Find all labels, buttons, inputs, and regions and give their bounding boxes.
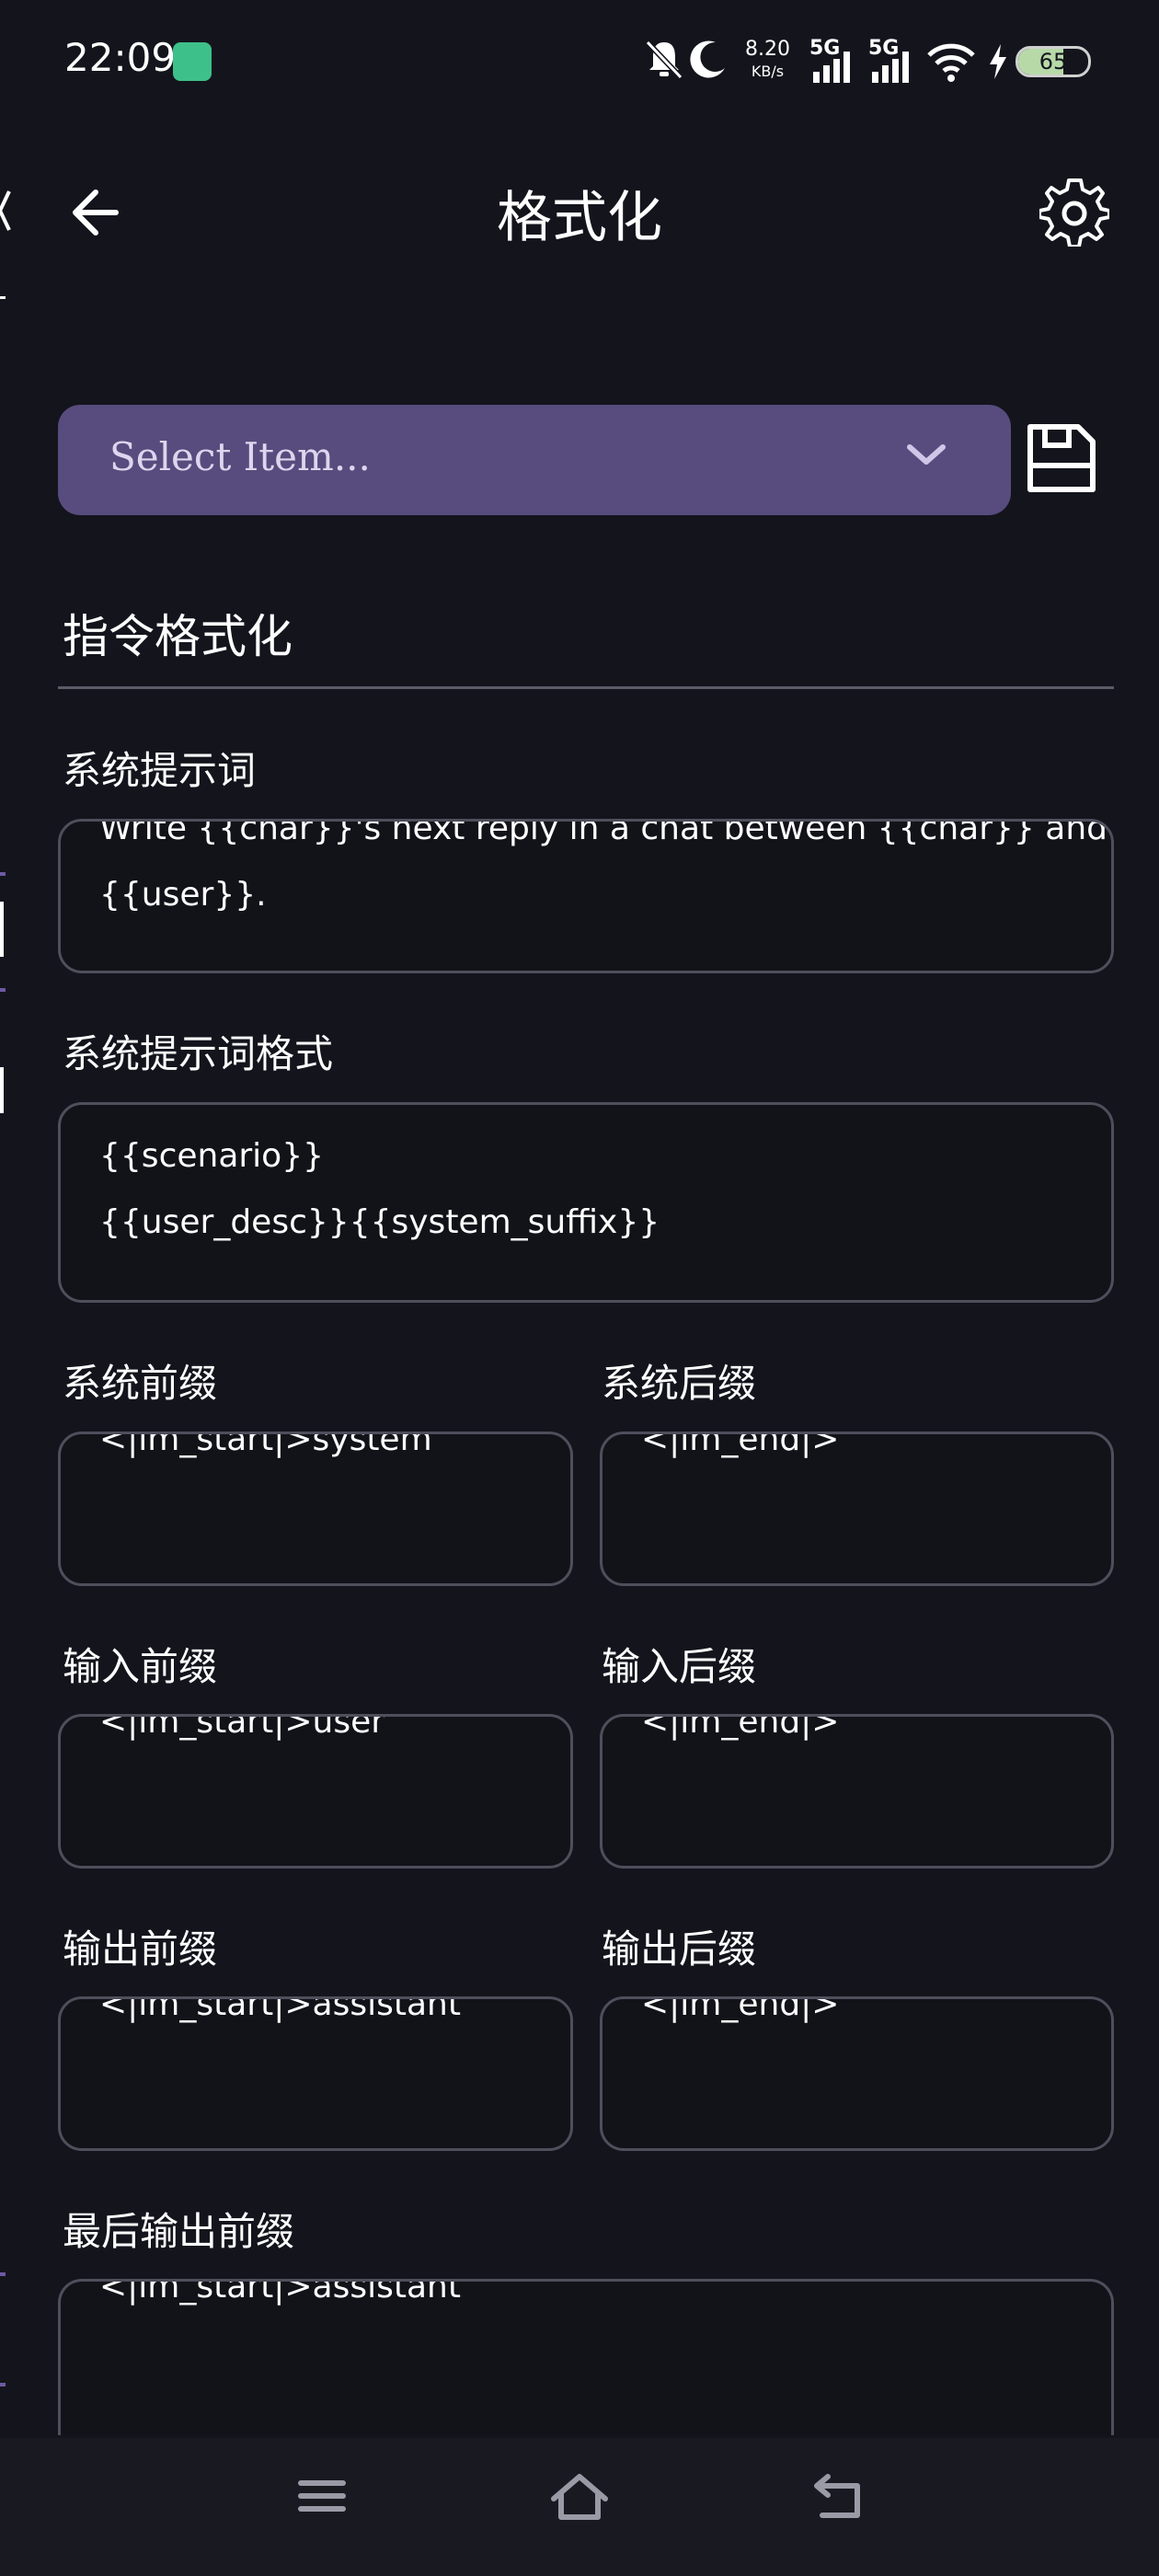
- system-prompt-format-line-2: {{user_desc}}{{system_suffix}}: [99, 1203, 660, 1241]
- input-suffix-value: <|im_end|>: [641, 1714, 840, 1741]
- system-prefix-input[interactable]: <|im_start|>system: [58, 1432, 573, 1586]
- battery-indicator: 65: [1016, 46, 1091, 77]
- output-suffix-value: <|im_end|>: [641, 1996, 840, 2023]
- input-prefix-label: 输入前缀: [63, 1644, 218, 1689]
- battery-level-text: 65: [1039, 49, 1068, 75]
- edge-mark: [0, 1067, 4, 1113]
- edge-mark: [0, 988, 6, 992]
- page-title: 格式化: [497, 186, 662, 250]
- preset-select[interactable]: Select Item...: [58, 405, 1011, 515]
- status-time: 22:09: [64, 35, 177, 80]
- input-suffix-label: 输入后缀: [602, 1644, 757, 1689]
- wifi-icon: [927, 43, 975, 82]
- save-icon[interactable]: [1025, 421, 1098, 495]
- edge-mark: [0, 296, 6, 299]
- system-prompt-format-label: 系统提示词格式: [63, 1031, 334, 1076]
- back-icon[interactable]: [809, 2471, 866, 2524]
- output-suffix-label: 输出后缀: [602, 1926, 757, 1972]
- network-speed-value: 8.20: [745, 38, 790, 61]
- system-prefix-value: <|im_start|>system: [99, 1432, 432, 1458]
- app-notification-icon: [173, 42, 212, 81]
- section-title: 指令格式化: [63, 610, 293, 663]
- output-prefix-label: 输出前缀: [63, 1926, 218, 1972]
- output-prefix-input[interactable]: <|im_start|>assistant: [58, 1996, 573, 2151]
- network-speed: 8.20 KB/s: [745, 39, 790, 83]
- moon-icon: [690, 40, 725, 78]
- signal-strength-icon: [813, 52, 850, 83]
- output-prefix-value: <|im_start|>assistant: [99, 1996, 461, 2023]
- system-prompt-textarea[interactable]: Write {{char}}'s next reply in a chat be…: [58, 819, 1114, 973]
- output-suffix-input[interactable]: <|im_end|>: [600, 1996, 1114, 2151]
- mute-bell-icon: [645, 40, 683, 80]
- gear-icon[interactable]: [1039, 177, 1109, 247]
- charging-bolt-icon: [990, 44, 1006, 79]
- system-suffix-label: 系统后缀: [602, 1361, 757, 1406]
- edge-mark: [0, 2272, 6, 2276]
- input-prefix-input[interactable]: <|im_start|>user: [58, 1714, 573, 1869]
- network-speed-unit: KB/s: [751, 63, 785, 80]
- signal-strength-icon: [872, 52, 909, 83]
- edge-mark: [0, 872, 6, 876]
- system-suffix-value: <|im_end|>: [641, 1432, 840, 1458]
- system-prompt-format-line-1: {{scenario}}: [99, 1137, 325, 1175]
- system-prompt-format-textarea[interactable]: ​ {{scenario}} {{user_desc}}{{system_suf…: [58, 1102, 1114, 1303]
- section-divider: [58, 686, 1114, 689]
- edge-mark: [0, 902, 4, 957]
- chevron-down-icon: [907, 444, 946, 465]
- home-icon[interactable]: [548, 2471, 611, 2524]
- system-prefix-label: 系统前缀: [63, 1361, 218, 1406]
- last-output-prefix-input[interactable]: <|im_start|>assistant: [58, 2279, 1114, 2435]
- system-prompt-label: 系统提示词: [63, 748, 257, 793]
- last-output-prefix-value: <|im_start|>assistant: [99, 2279, 461, 2306]
- preset-select-placeholder: Select Item...: [109, 434, 371, 479]
- edge-mark: [0, 2383, 6, 2386]
- last-output-prefix-label: 最后输出前缀: [63, 2209, 295, 2254]
- input-prefix-value: <|im_start|>user: [99, 1714, 385, 1741]
- system-prompt-line-2: {{user}}.: [99, 876, 267, 914]
- menu-icon[interactable]: [294, 2471, 351, 2521]
- system-suffix-input[interactable]: <|im_end|>: [600, 1432, 1114, 1586]
- system-prompt-line-1: Write {{char}}'s next reply in a chat be…: [99, 819, 1107, 847]
- input-suffix-input[interactable]: <|im_end|>: [600, 1714, 1114, 1869]
